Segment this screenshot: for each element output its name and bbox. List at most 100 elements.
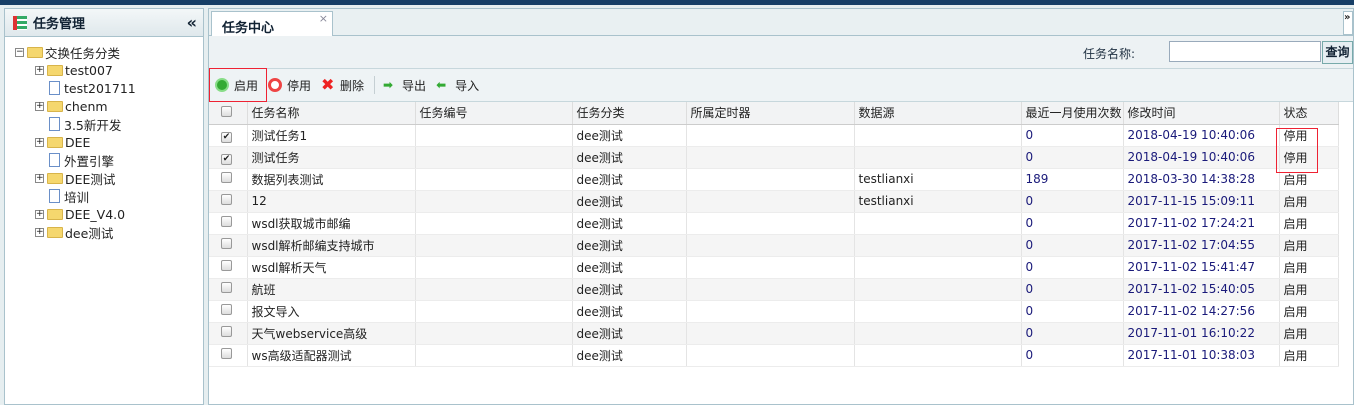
cell-count: 0 [1021,256,1124,279]
tab-scroll-button[interactable]: » [1343,11,1353,35]
cell-name: wsdl解析邮编支持城市 [247,234,416,257]
folder-icon [47,136,63,148]
task-center-panel: 任务中心 × » 任务名称: 查询 启用 停用 ✖ 删除 ➡ 导出 ⬅ 导入 任务名称… [208,8,1354,405]
export-label: 导出 [402,78,427,93]
cell-time: 2017-11-01 16:10:22 [1123,322,1280,345]
column-header[interactable]: 任务名称 [247,102,416,125]
tab-bar: 任务中心 × » [209,9,1353,37]
disable-button[interactable]: 停用 [268,77,311,94]
tree-node[interactable]: 外置引擎 [15,151,203,169]
expand-toggle-icon[interactable]: + [35,65,44,75]
cell-cat: dee测试 [572,300,687,323]
column-header[interactable]: 修改时间 [1123,102,1280,125]
table-row[interactable]: 数据列表测试 dee测试 testlianxi 189 2018-03-30 14:38… [209,168,1339,191]
row-checkbox[interactable] [209,168,248,191]
cell-ds [854,344,1022,367]
tree-node-label: 交换任务分类 [45,45,121,61]
cell-cat: dee测试 [572,256,687,279]
tree-node[interactable]: + dee测试 [15,223,203,241]
table-row[interactable]: 报文导入 dee测试 0 2017-11-02 14:27:56 启用 [209,300,1339,323]
expand-toggle-icon[interactable]: + [35,173,44,183]
expand-toggle-icon[interactable]: + [35,209,44,219]
import-label: 导入 [455,78,480,93]
column-header[interactable]: 所属定时器 [686,102,855,125]
table-row[interactable]: ws高级适配器测试 dee测试 0 2017-11-01 10:38:03 启用 [209,344,1339,367]
disable-label: 停用 [287,78,312,93]
cell-cat: dee测试 [572,344,687,367]
cell-code [415,278,573,301]
tree-node[interactable]: + DEE_V4.0 [15,205,203,223]
row-checkbox[interactable] [209,190,248,213]
cell-ds [854,322,1022,345]
tab-task-center[interactable]: 任务中心 × [211,11,333,37]
cell-timer [686,256,855,279]
cell-time: 2017-11-02 17:24:21 [1123,212,1280,235]
expand-toggle-icon[interactable]: − [15,47,24,57]
cell-cat: dee测试 [572,146,687,169]
row-checkbox[interactable] [209,300,248,323]
table-row[interactable]: wsdl解析天气 dee测试 0 2017-11-02 15:41:47 启用 [209,256,1339,279]
row-checkbox[interactable]: ✔ [209,124,248,147]
cell-timer [686,168,855,191]
tree-node-label: dee测试 [65,225,114,241]
expand-toggle-icon[interactable]: + [35,227,44,237]
import-button[interactable]: ⬅ 导入 [436,77,479,94]
expand-toggle-icon[interactable]: + [35,101,44,111]
highlight-box [209,68,267,102]
row-checkbox[interactable] [209,278,248,301]
cell-timer [686,300,855,323]
tree-node-label: DEE测试 [65,171,116,187]
folder-icon [27,46,43,58]
table-row[interactable]: ✔ 测试任务1 dee测试 0 2018-04-19 10:40:06 停用 [209,124,1339,147]
tree-node[interactable]: + DEE [15,133,203,151]
cell-status: 启用 [1279,212,1339,235]
export-button[interactable]: ➡ 导出 [383,77,426,94]
column-header[interactable]: 任务分类 [572,102,687,125]
cell-time: 2017-11-02 15:40:05 [1123,278,1280,301]
cell-timer [686,212,855,235]
row-checkbox[interactable] [209,256,248,279]
table-row[interactable]: 天气webservice高级 dee测试 0 2017-11-01 16:10:22 启… [209,322,1339,345]
cell-status: 启用 [1279,234,1339,257]
delete-button[interactable]: ✖ 删除 [321,77,364,94]
row-checkbox[interactable] [209,344,248,367]
table-row[interactable]: 12 dee测试 testlianxi 0 2017-11-15 15:09:11 启用 [209,190,1339,213]
cell-time: 2017-11-02 17:04:55 [1123,234,1280,257]
cell-time: 2018-03-30 14:38:28 [1123,168,1280,191]
column-header[interactable]: 任务编号 [415,102,573,125]
row-checkbox[interactable]: ✔ [209,146,248,169]
column-header[interactable]: 状态 [1279,102,1339,125]
close-tab-icon[interactable]: × [319,12,328,25]
row-checkbox[interactable] [209,322,248,345]
tab-label: 任务中心 [222,21,275,36]
tree-node[interactable]: − 交换任务分类 [15,43,203,61]
table-row[interactable]: 航班 dee测试 0 2017-11-02 15:40:05 启用 [209,278,1339,301]
tree-node[interactable]: + chenm [15,97,203,115]
query-button[interactable]: 查询 [1322,41,1353,64]
task-name-label: 任务名称: [1083,47,1136,61]
tree-node[interactable]: + test007 [15,61,203,79]
cell-count: 0 [1021,124,1124,147]
expand-toggle-icon[interactable]: + [35,137,44,147]
column-header[interactable]: 最近一月使用次数 [1021,102,1124,125]
column-header[interactable]: 数据源 [854,102,1022,125]
row-checkbox[interactable] [209,212,248,235]
task-name-input[interactable] [1169,41,1321,62]
table-row[interactable]: wsdl解析邮编支持城市 dee测试 0 2017-11-02 17:04:55 启用 [209,234,1339,257]
tree-node[interactable]: test201711 [15,79,203,97]
tree-node[interactable]: + DEE测试 [15,169,203,187]
tree-node-label: test007 [65,62,113,78]
forbidden-icon [268,78,283,92]
cell-ds [854,234,1022,257]
table-row[interactable]: ✔ 测试任务 dee测试 0 2018-04-19 10:40:06 停用 [209,146,1339,169]
tree-node[interactable]: 3.5新开发 [15,115,203,133]
row-checkbox[interactable] [209,234,248,257]
cell-code [415,212,573,235]
select-all-checkbox[interactable] [209,102,248,125]
collapse-panel-button[interactable]: « [187,13,197,32]
cell-timer [686,190,855,213]
tree-node-label: 外置引擎 [64,153,115,169]
file-icon [49,81,60,95]
tree-node[interactable]: 培训 [15,187,203,205]
table-row[interactable]: wsdl获取城市邮编 dee测试 0 2017-11-02 17:24:21 启用 [209,212,1339,235]
